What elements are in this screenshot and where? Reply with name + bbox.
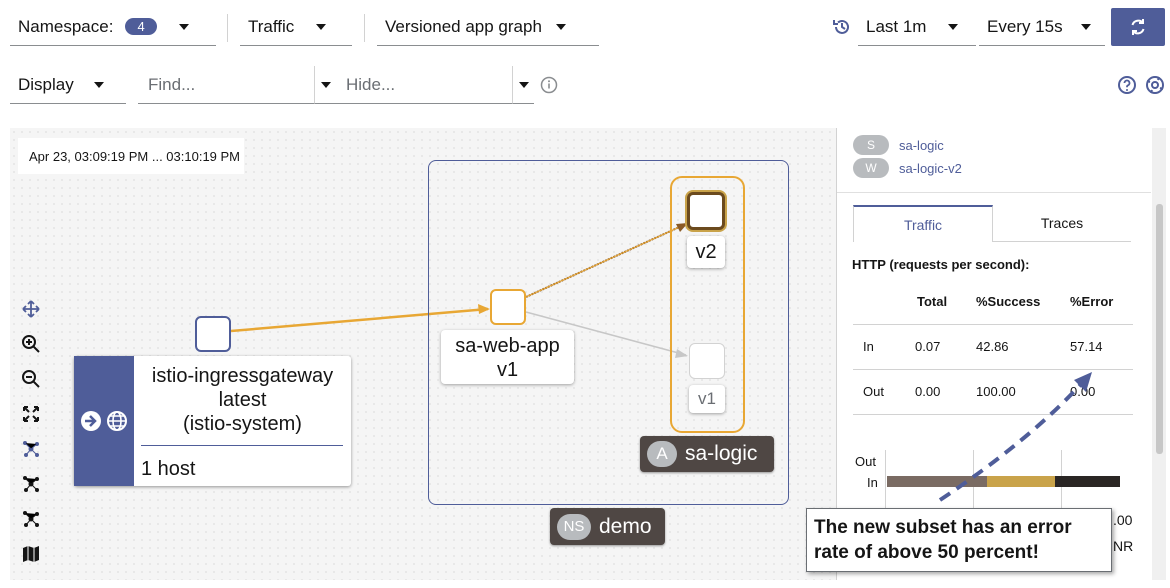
annotation-arrow [938,372,1092,502]
annotation-callout: The new subset has an error rate of abov… [806,508,1112,572]
